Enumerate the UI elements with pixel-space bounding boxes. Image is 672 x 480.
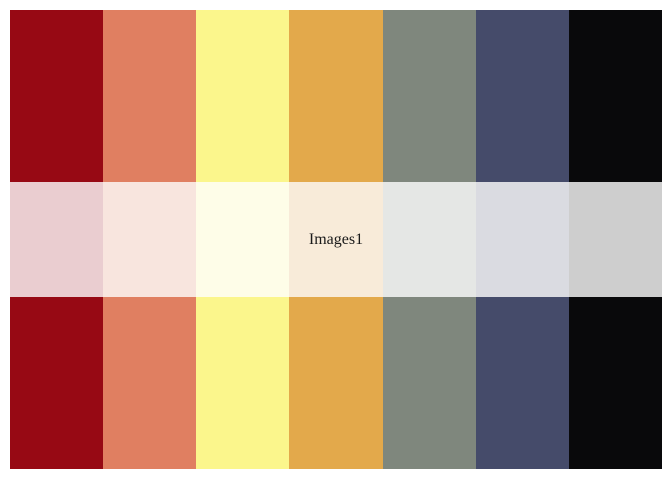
swatch-bottom-1 [10, 297, 103, 469]
swatch-top-4 [289, 10, 383, 182]
palette-band-bottom [10, 297, 662, 469]
palette-band-top [10, 10, 662, 182]
swatch-tint-6 [476, 182, 569, 297]
swatch-tint-3 [196, 182, 289, 297]
swatch-top-2 [103, 10, 196, 182]
swatch-top-5 [383, 10, 476, 182]
swatch-bottom-5 [383, 297, 476, 469]
swatch-tint-4 [289, 182, 383, 297]
swatch-bottom-7 [569, 297, 662, 469]
swatch-tint-7 [569, 182, 662, 297]
swatch-top-3 [196, 10, 289, 182]
swatch-tint-1 [10, 182, 103, 297]
swatch-tint-5 [383, 182, 476, 297]
swatch-bottom-6 [476, 297, 569, 469]
color-palette: Images1 [10, 10, 662, 469]
palette-band-tint [10, 182, 662, 297]
swatch-bottom-4 [289, 297, 383, 469]
swatch-top-6 [476, 10, 569, 182]
swatch-bottom-2 [103, 297, 196, 469]
swatch-top-7 [569, 10, 662, 182]
swatch-tint-2 [103, 182, 196, 297]
swatch-bottom-3 [196, 297, 289, 469]
swatch-top-1 [10, 10, 103, 182]
